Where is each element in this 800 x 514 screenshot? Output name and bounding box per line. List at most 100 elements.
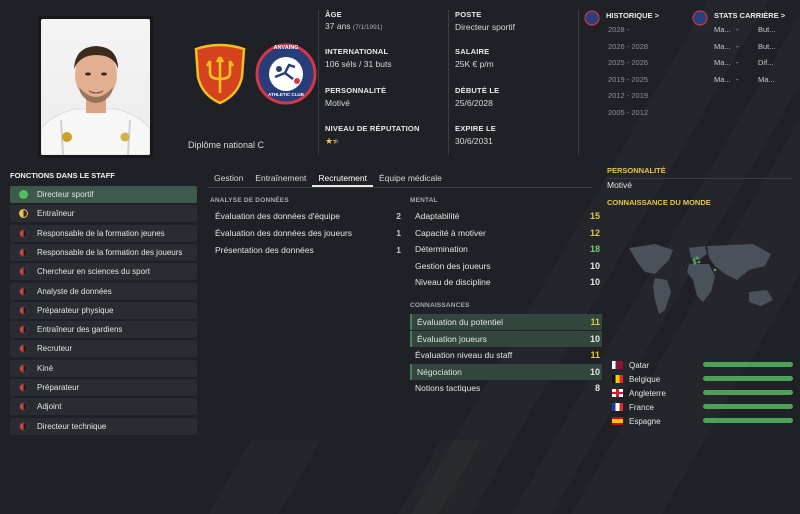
career-stat-row: Ma... - Dif... xyxy=(714,58,774,67)
mental-attribute-row: Gestion des joueurs 10 xyxy=(410,258,602,274)
history-year: 2005 - 2012 xyxy=(608,107,649,117)
international-block: INTERNATIONAL 106 séls / 31 buts xyxy=(325,47,392,69)
career-stat-row: Ma... - But... xyxy=(714,41,776,51)
mental-title: MENTAL xyxy=(410,197,438,204)
role-status-dot-icon xyxy=(19,363,28,373)
history-club-crest-icon xyxy=(584,10,600,26)
staff-role-item[interactable]: Entraîneur des gardiens xyxy=(10,321,197,339)
knowledge-attribute-label: Évaluation niveau du staff xyxy=(415,350,513,361)
staff-role-label: Préparateur physique xyxy=(37,305,114,315)
role-status-dot-icon xyxy=(19,190,28,199)
expire-block: EXPIRE LE 30/6/2031 xyxy=(455,124,496,146)
data-analysis-title: ANALYSE DE DONNÉES xyxy=(210,197,289,204)
country-knowledge-bar xyxy=(703,376,793,381)
knowledge-attribute-value: 10 xyxy=(589,366,600,377)
tab-entrainement[interactable]: Entraînement xyxy=(249,170,312,187)
knowledge-attribute-label: Négociation xyxy=(417,366,462,377)
reputation-block: NIVEAU DE RÉPUTATION ★★ xyxy=(325,124,420,147)
mental-attribute-value: 10 xyxy=(589,260,600,271)
staff-role-item[interactable]: Préparateur physique xyxy=(10,301,197,319)
staff-photo xyxy=(41,19,150,155)
staff-role-label: Responsable de la formation jeunes xyxy=(37,228,165,238)
country-knowledge-bar xyxy=(703,404,793,409)
debut-label: DÉBUTÉ LE xyxy=(455,86,500,95)
role-status-dot-icon xyxy=(19,402,28,412)
knowledge-attribute-label: Notions tactiques xyxy=(415,383,481,394)
age-block: ÂGE 37 ans (7/1/1991) xyxy=(325,10,383,31)
staff-role-item[interactable]: Directeur technique xyxy=(10,417,197,435)
staff-role-label: Préparateur xyxy=(37,383,80,392)
career-stats-title-link[interactable]: STATS CARRIÈRE > xyxy=(714,11,785,20)
staff-role-label: Responsable de la formation des joueurs xyxy=(37,247,183,257)
staff-role-item[interactable]: Chercheur en sciences du sport xyxy=(10,263,197,281)
tab-gestion[interactable]: Gestion xyxy=(208,170,249,187)
belgium-flag-icon xyxy=(612,375,623,383)
mental-attribute-label: Détermination xyxy=(415,244,468,255)
staff-role-item[interactable]: Adjoint xyxy=(10,398,197,416)
reputation-stars: ★★ xyxy=(325,136,420,147)
world-map-icon xyxy=(629,244,773,314)
spain-flag-icon xyxy=(612,417,623,425)
staff-role-item[interactable]: Directeur sportif xyxy=(10,186,197,203)
career-stat-row: Ma... - Ma... xyxy=(714,74,775,84)
personality-value: Motivé xyxy=(325,98,351,108)
staff-role-label: Entraîneur xyxy=(37,209,75,219)
debut-value: 25/6/2028 xyxy=(455,98,493,108)
age-label: ÂGE xyxy=(325,10,342,19)
history-year: 2025 - 2026 xyxy=(608,58,649,67)
staff-role-label: Recruteur xyxy=(37,344,73,354)
staff-role-label: Directeur sportif xyxy=(37,190,94,199)
staff-role-item[interactable]: Kiné xyxy=(10,359,197,377)
staff-role-item[interactable]: Responsable de la formation des joueurs xyxy=(10,243,197,261)
role-status-dot-icon xyxy=(19,421,28,431)
mental-attribute-value: 18 xyxy=(589,244,600,255)
staff-role-item[interactable]: Responsable de la formation jeunes xyxy=(10,224,197,242)
knowledge-attribute-value: 11 xyxy=(590,317,600,327)
mental-attribute-row: Détermination 18 xyxy=(410,241,602,257)
history-year: 2026 - 2028 xyxy=(608,41,649,51)
mental-attribute-label: Gestion des joueurs xyxy=(415,260,491,271)
international-label: INTERNATIONAL xyxy=(325,47,389,56)
staff-role-item[interactable]: Recruteur xyxy=(10,340,197,358)
history-years-list: 2028 - 2026 - 2028 2025 - 2026 2019 - 20… xyxy=(608,22,648,121)
knowledge-attribute-row: Évaluation niveau du staff 11 xyxy=(410,347,602,363)
mental-attribute-row: Capacité à motiver 12 xyxy=(410,225,602,241)
role-status-dot-icon xyxy=(19,325,28,335)
staff-role-item[interactable]: Préparateur xyxy=(10,379,197,396)
tab-equipe-medicale[interactable]: Équipe médicale xyxy=(373,170,448,187)
staff-role-label: Adjoint xyxy=(37,402,62,412)
salary-block: SALAIRE 25K € p/m xyxy=(455,47,494,69)
right-personality-value: Motivé xyxy=(607,180,633,190)
right-personality-title: PERSONNALITÉ xyxy=(607,166,666,175)
history-year: 2028 - xyxy=(608,25,630,34)
salary-value: 25K € p/m xyxy=(455,59,494,69)
role-status-dot-icon xyxy=(19,247,28,257)
staff-role-item[interactable]: Analyste de données xyxy=(10,282,197,300)
mental-attribute-label: Niveau de discipline xyxy=(415,277,491,288)
data-analysis-row: Évaluation des données d'équipe 2 xyxy=(215,211,401,221)
country-knowledge-bar xyxy=(703,362,793,367)
knowledge-attribute-label: Évaluation joueurs xyxy=(417,333,487,344)
knowledge-attribute-row: Notions tactiques 8 xyxy=(410,380,602,396)
history-title-link[interactable]: HISTORIQUE > xyxy=(606,11,659,20)
international-value: 106 séls / 31 buts xyxy=(325,59,392,69)
knowledge-attribute-value: 10 xyxy=(589,333,600,344)
club-crest-trident-icon xyxy=(194,43,246,105)
star-half-icon: ★ xyxy=(332,136,340,146)
person-portrait-icon xyxy=(41,46,150,155)
age-value: 37 ans xyxy=(325,21,351,31)
age-dob: (7/1/1991) xyxy=(352,24,383,31)
stats-club-crest-icon xyxy=(692,10,708,26)
staff-roles-title: FONCTIONS DANS LE STAFF xyxy=(10,171,115,180)
knowledge-attribute-row: Évaluation joueurs 10 xyxy=(410,330,602,347)
staff-role-label: Entraîneur des gardiens xyxy=(37,325,123,335)
club-badge-subtext: ATHLETIC CLUB xyxy=(268,92,304,97)
post-value: Directeur sportif xyxy=(455,22,515,32)
knowledge-attribute-value: 8 xyxy=(594,383,600,394)
role-status-dot-icon xyxy=(19,267,28,277)
salary-label: SALAIRE xyxy=(455,47,490,56)
tab-recrutement[interactable]: Recrutement xyxy=(312,170,373,187)
staff-role-item[interactable]: Entraîneur xyxy=(10,205,197,223)
history-year: 2019 - 2025 xyxy=(608,74,649,84)
personality-label: PERSONNALITÉ xyxy=(325,86,387,95)
